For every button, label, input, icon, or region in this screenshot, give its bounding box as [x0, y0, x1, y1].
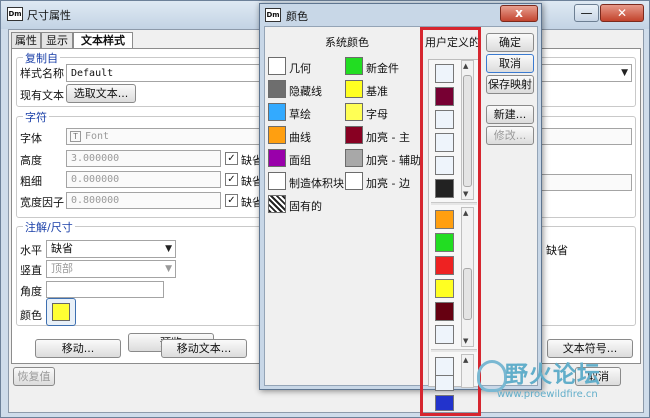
font-value: Font	[85, 131, 110, 142]
system-color-label: 加亮 - 辅助	[366, 154, 421, 167]
save-map-button[interactable]: 保存映射	[486, 75, 534, 94]
system-color-swatch[interactable]	[268, 172, 286, 190]
existing-text-label: 现有文本	[20, 89, 64, 102]
system-color-swatch[interactable]	[268, 57, 286, 75]
system-color-swatch[interactable]	[345, 57, 363, 75]
horizontal-value: 缺省	[51, 242, 73, 255]
vertical-label: 竖直	[20, 264, 42, 277]
system-color-label: 制造体积块	[289, 177, 344, 190]
system-color-label: 曲线	[289, 131, 311, 144]
system-color-swatch[interactable]	[345, 149, 363, 167]
window-close-button[interactable]: ✕	[600, 4, 644, 22]
new-color-button[interactable]: 新建...	[486, 105, 534, 124]
system-color-label: 几何	[289, 62, 311, 75]
system-color-swatch[interactable]	[268, 195, 286, 213]
watermark-url: www.proewildfire.cn	[497, 389, 598, 400]
system-color-label: 加亮 - 主	[366, 131, 410, 144]
window-title: 尺寸属性	[27, 9, 71, 22]
system-color-label: 固有的	[289, 200, 322, 213]
thickness-label: 粗细	[20, 175, 42, 188]
chevron-down-icon: ▼	[165, 244, 172, 254]
color-dialog-close-button[interactable]: x	[500, 5, 538, 22]
color-dialog-titlebar[interactable]: Dm 颜色 x	[260, 4, 541, 26]
ok-button[interactable]: 确定	[486, 33, 534, 52]
cancel-button[interactable]: 取消	[486, 54, 534, 73]
horizontal-dropdown[interactable]: 缺省 ▼	[46, 240, 176, 258]
user-colors-highlight-box	[420, 27, 481, 416]
angle-label: 角度	[20, 285, 42, 298]
vertical-dropdown[interactable]: 顶部 ▼	[46, 260, 176, 278]
thickness-input[interactable]: 0.000000	[66, 171, 221, 188]
system-color-label: 隐藏线	[289, 85, 322, 98]
move-text-button[interactable]: 移动文本...	[161, 339, 247, 358]
system-color-label: 基准	[366, 85, 388, 98]
height-input[interactable]: 3.000000	[66, 150, 221, 167]
app-icon: Dm	[7, 7, 23, 21]
watermark-text: 野火论坛	[505, 362, 601, 388]
move-button[interactable]: 移动...	[35, 339, 121, 358]
system-color-swatch[interactable]	[268, 103, 286, 121]
app-icon: Dm	[265, 8, 281, 22]
style-name-value: Default	[71, 68, 114, 79]
font-label: 字体	[20, 132, 42, 145]
vertical-value: 顶部	[51, 262, 73, 275]
system-color-swatch[interactable]	[268, 80, 286, 98]
angle-input[interactable]	[46, 281, 164, 298]
system-color-swatch[interactable]	[268, 126, 286, 144]
modify-color-button[interactable]: 修改...	[486, 126, 534, 145]
color-button[interactable]	[46, 298, 76, 326]
font-icon: T	[70, 131, 81, 142]
color-swatch	[52, 303, 70, 321]
system-color-label: 面组	[289, 154, 311, 167]
system-color-label: 新金件	[366, 62, 399, 75]
width-factor-input[interactable]: 0.800000	[66, 192, 221, 209]
horizontal-label: 水平	[20, 244, 42, 257]
system-colors-title: 系统颜色	[325, 36, 369, 49]
right-default-value: 缺省	[546, 244, 568, 257]
note-dimension-title: 注解/尺寸	[23, 219, 75, 235]
thickness-default-checkbox[interactable]: ✓	[225, 173, 238, 186]
style-name-label: 样式名称	[20, 67, 64, 80]
chevron-down-icon: ▼	[621, 68, 628, 78]
system-color-swatch[interactable]	[345, 126, 363, 144]
system-color-swatch[interactable]	[345, 80, 363, 98]
restore-button[interactable]: 恢复值	[13, 367, 55, 386]
height-default-checkbox[interactable]: ✓	[225, 152, 238, 165]
chevron-down-icon: ▼	[165, 264, 172, 274]
system-color-label: 草绘	[289, 108, 311, 121]
system-color-swatch[interactable]	[345, 172, 363, 190]
select-text-button[interactable]: 选取文本...	[66, 84, 136, 103]
width-factor-default-checkbox[interactable]: ✓	[225, 194, 238, 207]
copy-from-title: 复制自	[23, 50, 60, 66]
tab-properties[interactable]: 属性	[11, 32, 41, 49]
color-dialog: Dm 颜色 x 系统颜色 用户定义的 几何 新金件 隐藏线 基准 草绘 字母 曲线 加亮 - …	[259, 3, 542, 411]
system-color-swatch[interactable]	[268, 149, 286, 167]
tab-display[interactable]: 显示	[41, 32, 73, 49]
system-color-label: 加亮 - 边	[366, 177, 410, 190]
color-label: 颜色	[20, 309, 42, 322]
color-dialog-client: 系统颜色 用户定义的 几何 新金件 隐藏线 基准 草绘 字母 曲线 加亮 - 主面组 加亮 - …	[264, 26, 538, 411]
system-color-swatch[interactable]	[345, 103, 363, 121]
minimize-button[interactable]: —	[574, 4, 599, 22]
height-label: 高度	[20, 154, 42, 167]
system-color-label: 字母	[366, 108, 388, 121]
character-title: 字符	[23, 109, 49, 125]
color-dialog-title: 颜色	[286, 10, 308, 23]
watermark-logo-icon	[477, 360, 507, 392]
width-factor-label: 宽度因子	[20, 196, 64, 209]
